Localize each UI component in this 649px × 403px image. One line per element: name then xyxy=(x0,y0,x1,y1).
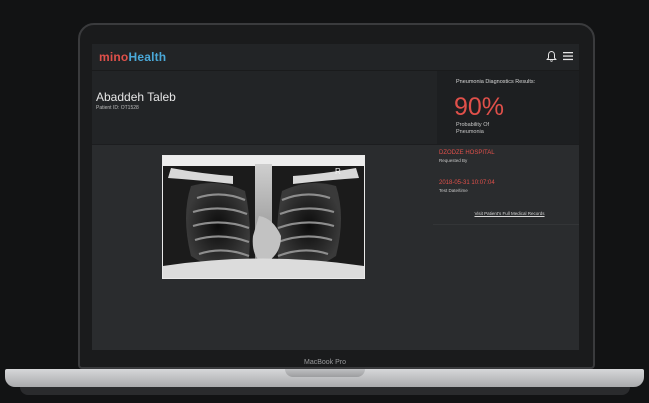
test-datetime: 2018-05-31 10:07:04 xyxy=(439,180,495,186)
patient-name: Abaddeh Taleb xyxy=(96,90,176,104)
app-logo[interactable]: minoHealth xyxy=(99,50,166,64)
hamburger-menu-icon[interactable] xyxy=(562,50,574,62)
laptop-base-shadow xyxy=(20,387,630,395)
laptop-notch xyxy=(285,369,365,377)
diagnostics-title: Pneumonia Diagnostics Results: xyxy=(456,79,536,85)
device-model-label: MacBook Pro xyxy=(303,359,347,366)
xray-marker: R xyxy=(335,167,341,176)
test-datetime-label: Test Date/time xyxy=(439,188,468,193)
bell-icon[interactable] xyxy=(545,50,558,63)
diagnostics-probability: 90% xyxy=(454,93,505,121)
hospital-name: DZODZE HOSPITAL xyxy=(439,150,495,156)
diagnostics-description: Probability Of Pneumonia xyxy=(456,122,490,135)
screen: minoHealth Abaddeh Taleb Patient ID: OT1… xyxy=(92,44,579,350)
full-records-link[interactable]: Visit Patient's Full Medical Records xyxy=(447,211,572,216)
logo-part2: Health xyxy=(128,50,167,64)
patient-id: Patient ID: OT1528 xyxy=(96,105,139,111)
logo-part1: mino xyxy=(99,50,129,64)
chest-xray-image[interactable]: R xyxy=(163,156,364,278)
navbar: minoHealth xyxy=(92,44,579,71)
requested-by-label: Requested By xyxy=(439,158,468,163)
